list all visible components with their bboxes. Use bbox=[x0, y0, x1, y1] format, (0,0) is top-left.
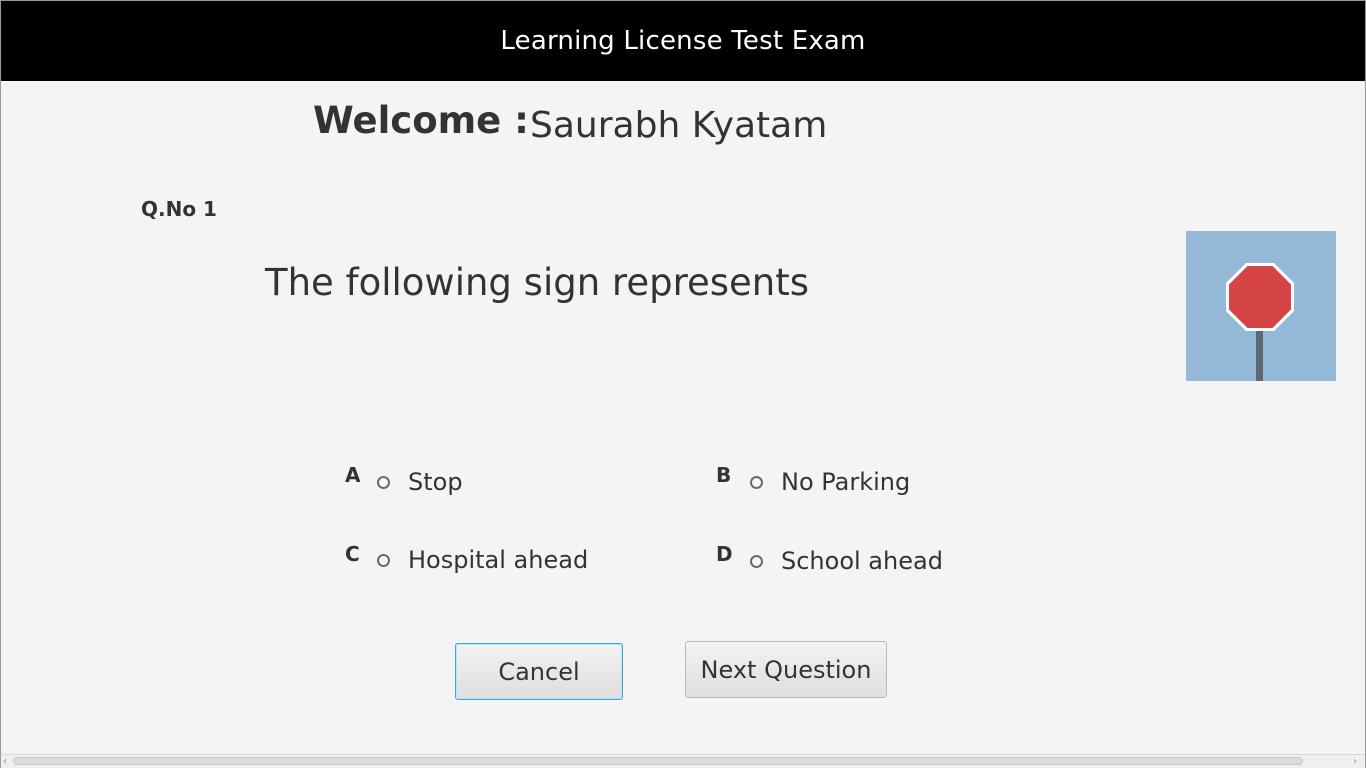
option-d[interactable]: School ahead bbox=[750, 546, 943, 576]
question-number-label: Q.No bbox=[141, 197, 197, 221]
option-b[interactable]: No Parking bbox=[750, 467, 910, 497]
scrollbar-thumb[interactable] bbox=[13, 757, 1303, 765]
question-image bbox=[1186, 231, 1336, 381]
exam-window: Learning License Test Exam Welcome : Sau… bbox=[0, 0, 1366, 768]
cancel-button[interactable]: Cancel bbox=[455, 643, 623, 700]
option-b-letter: B bbox=[716, 463, 732, 487]
next-question-button[interactable]: Next Question bbox=[685, 641, 887, 698]
scroll-left-icon[interactable]: ‹ bbox=[3, 756, 7, 767]
stop-sign-icon bbox=[1226, 263, 1294, 381]
option-a-letter: A bbox=[345, 463, 361, 487]
option-a-text[interactable]: Stop bbox=[408, 468, 463, 496]
option-a-radio[interactable] bbox=[377, 475, 390, 489]
user-name: Saurabh Kyatam bbox=[530, 105, 828, 146]
scroll-right-icon[interactable]: › bbox=[1353, 756, 1357, 767]
option-d-radio[interactable] bbox=[750, 554, 763, 568]
option-b-radio[interactable] bbox=[750, 475, 763, 489]
question-number: Q.No 1 bbox=[141, 197, 217, 221]
window-title: Learning License Test Exam bbox=[500, 26, 866, 56]
question-text: The following sign represents bbox=[265, 261, 810, 304]
horizontal-scrollbar[interactable]: ‹ › bbox=[1, 754, 1365, 768]
option-d-letter: D bbox=[716, 542, 733, 566]
title-bar: Learning License Test Exam bbox=[1, 1, 1365, 81]
option-c-radio[interactable] bbox=[377, 553, 390, 567]
option-b-text[interactable]: No Parking bbox=[781, 468, 910, 496]
option-d-text[interactable]: School ahead bbox=[781, 547, 943, 575]
option-c-text[interactable]: Hospital ahead bbox=[408, 546, 588, 574]
option-c-letter: C bbox=[345, 542, 360, 566]
option-a[interactable]: Stop bbox=[377, 467, 463, 497]
question-number-value: 1 bbox=[203, 197, 217, 221]
welcome-label: Welcome : bbox=[313, 99, 529, 142]
option-c[interactable]: Hospital ahead bbox=[377, 545, 588, 575]
